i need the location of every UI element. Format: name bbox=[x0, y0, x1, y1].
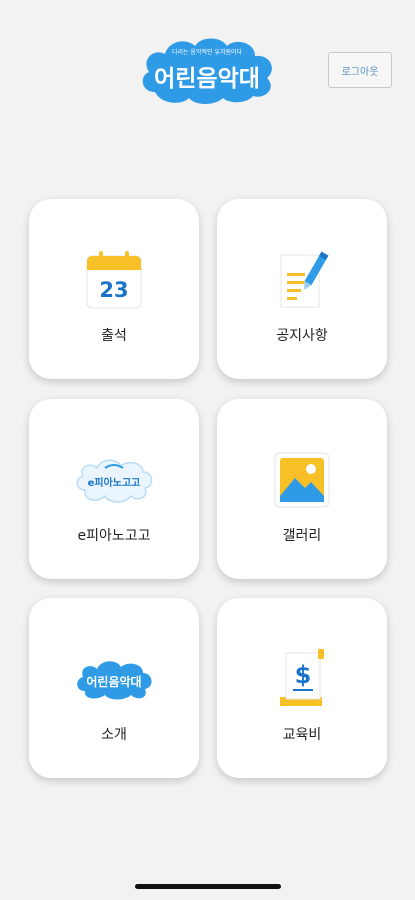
epiano-logo-text: e피아노고고 bbox=[88, 476, 141, 489]
menu-card-label: 소개 bbox=[101, 727, 127, 743]
menu-card-label: e피아노고고 bbox=[77, 528, 151, 544]
calendar-icon: 23 bbox=[74, 247, 154, 313]
epiano-gogo-logo-icon: e피아노고고 bbox=[74, 447, 154, 513]
menu-card-tuition[interactable]: $ 교육비 bbox=[217, 598, 387, 778]
menu-card-label: 갤러리 bbox=[282, 528, 322, 544]
logout-label: 로그아웃 bbox=[341, 66, 379, 78]
calendar-day: 23 bbox=[99, 278, 128, 302]
menu-card-label: 교육비 bbox=[282, 727, 322, 743]
home-indicator[interactable] bbox=[135, 884, 281, 889]
app-logo: 다리는 음악적인 유치원이다 어린음악대 bbox=[135, 30, 280, 108]
notice-document-icon bbox=[262, 247, 342, 313]
menu-card-label: 공지사항 bbox=[276, 328, 328, 344]
eorin-akdae-logo-icon: 어린음악대 bbox=[74, 646, 154, 712]
menu-card-label: 출석 bbox=[101, 328, 127, 344]
menu-card-epiano[interactable]: e피아노고고 e피아노고고 bbox=[29, 399, 199, 579]
logout-button[interactable]: 로그아웃 bbox=[328, 52, 392, 88]
menu-card-attendance[interactable]: 23 출석 bbox=[29, 199, 199, 379]
menu-card-notice[interactable]: 공지사항 bbox=[217, 199, 387, 379]
intro-logo-text: 어린음악대 bbox=[86, 674, 141, 689]
menu-card-intro[interactable]: 어린음악대 소개 bbox=[29, 598, 199, 778]
logo-wordmark: 어린음악대 bbox=[154, 66, 260, 92]
menu-card-gallery[interactable]: 갤러리 bbox=[217, 399, 387, 579]
header: 다리는 음악적인 유치원이다 어린음악대 로그아웃 bbox=[0, 0, 415, 150]
gallery-image-icon bbox=[262, 447, 342, 513]
svg-text:$: $ bbox=[295, 661, 312, 689]
tuition-bill-icon: $ bbox=[262, 646, 342, 712]
logo-tagline: 다리는 음악적인 유치원이다 bbox=[172, 48, 243, 56]
